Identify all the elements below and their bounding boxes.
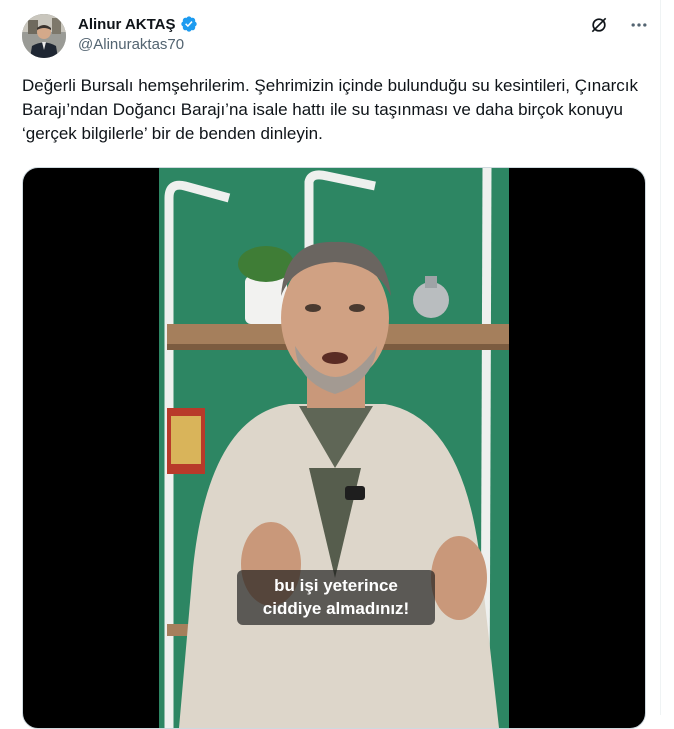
- verified-badge-icon: [180, 15, 198, 33]
- tweet-text: Değerli Bursalı hemşehrilerim. Şehrimizi…: [22, 76, 643, 143]
- author-handle[interactable]: @Alinuraktas70: [78, 36, 184, 53]
- profile-photo-icon: [22, 14, 66, 58]
- author-display-name[interactable]: Alinur AKTAŞ: [78, 16, 176, 33]
- author-name-row: Alinur AKTAŞ: [78, 15, 198, 33]
- more-options-icon[interactable]: [628, 14, 650, 36]
- video-subtitle: bu işi yeterince ciddiye almadınız!: [237, 570, 435, 625]
- timeline-divider: [660, 0, 661, 715]
- tweet-card: Alinur AKTAŞ @Alinuraktas70 Değerli Burs…: [0, 0, 674, 729]
- subtitle-line-1: bu işi yeterince: [274, 576, 398, 595]
- grok-icon[interactable]: [588, 14, 610, 36]
- tweet-top-actions: [588, 14, 650, 36]
- video-frame: bu işi yeterince ciddiye almadınız!: [159, 168, 509, 728]
- avatar[interactable]: [22, 14, 66, 58]
- subtitle-line-2: ciddiye almadınız!: [262, 599, 410, 618]
- video-scene-image: [159, 168, 509, 728]
- video-player[interactable]: bu işi yeterince ciddiye almadınız!: [22, 167, 646, 729]
